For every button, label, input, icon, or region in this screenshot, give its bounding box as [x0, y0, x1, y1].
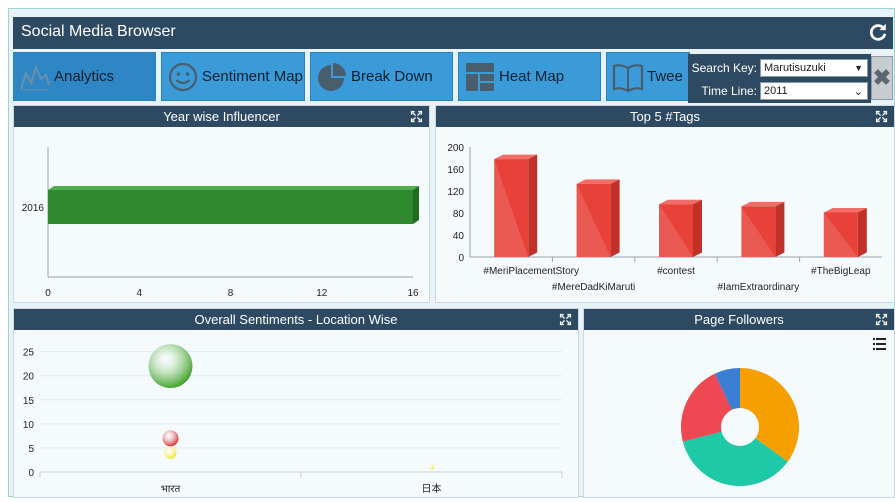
tab-label: Analytics — [54, 68, 115, 85]
y-tick-label: 80 — [453, 209, 465, 220]
tab-break-down[interactable]: Break Down — [310, 52, 453, 101]
tab-label: Sentiment Map — [202, 68, 303, 85]
bar-side — [775, 201, 785, 257]
bar-side — [610, 179, 620, 257]
panel-title: Year wise Influencer — [163, 109, 280, 124]
expand-icon[interactable] — [559, 313, 572, 326]
panel-header: Top 5 #Tags — [436, 106, 894, 127]
x-tick-label: #contest — [657, 266, 695, 277]
y-tick-label: 200 — [447, 143, 464, 154]
influencer-chart: 0 4 8 12 16 2016 — [22, 147, 419, 299]
timeline-select[interactable]: 2011 ⌄ — [760, 82, 868, 100]
y-tick-label: 5 — [28, 444, 34, 455]
y-tick-label: 15 — [23, 396, 35, 407]
tab-label: Twee — [647, 68, 683, 85]
title-bar: Social Media Browser — [13, 17, 893, 49]
y-tick-label: 160 — [447, 165, 464, 176]
y-tick-label: 10 — [23, 420, 35, 431]
tab-tweets[interactable]: Twee — [606, 52, 690, 101]
x-tick-label: 日本 — [422, 482, 442, 495]
expand-icon[interactable] — [875, 110, 888, 123]
y-tick-label: 120 — [447, 187, 464, 198]
panel-year-wise-influencer: Year wise Influencer 0 4 8 12 16 2016 — [13, 105, 430, 303]
close-button[interactable]: ✖ — [871, 56, 893, 100]
bubble-shine — [429, 464, 434, 470]
panel-title: Top 5 #Tags — [629, 109, 701, 124]
close-icon: ✖ — [872, 65, 892, 90]
timeline-value: 2011 — [764, 85, 788, 97]
tab-analytics[interactable]: Analytics — [13, 52, 156, 101]
panel-title: Page Followers — [694, 312, 784, 327]
refresh-icon[interactable] — [867, 21, 889, 43]
x-tick-label: 12 — [316, 288, 328, 299]
book-icon — [611, 60, 645, 94]
x-tick-label: भारत — [161, 484, 181, 495]
panel-title: Overall Sentiments - Location Wise — [194, 312, 398, 327]
tags-chart: 0 40 80 120 160 200 #MeriPlacementStory #MereDa… — [447, 143, 882, 293]
list-icon[interactable] — [873, 338, 886, 350]
app-title: Social Media Browser — [21, 23, 176, 40]
caret-down-icon: ▼ — [854, 63, 863, 73]
y-tick-label: 2016 — [22, 203, 45, 214]
x-tick-label: 16 — [407, 288, 419, 299]
search-key-label: Search Key: — [691, 61, 757, 75]
search-panel: Search Key: Marutisuzuki ▼ Time Line: 20… — [688, 54, 871, 103]
expand-icon[interactable] — [875, 313, 888, 326]
tab-label: Break Down — [351, 68, 433, 85]
timeline-label: Time Line: — [701, 84, 757, 98]
panel-header: Page Followers — [584, 309, 894, 330]
y-tick-label: 25 — [23, 348, 35, 359]
panel-overall-sentiments: Overall Sentiments - Location Wise 0 5 10 1… — [13, 308, 579, 498]
app-window: Social Media Browser Analytics Sentiment… — [8, 8, 895, 498]
bar — [48, 190, 413, 224]
x-tick-label: #MeriPlacementStory — [483, 266, 579, 277]
smiley-icon — [166, 60, 200, 94]
tab-heat-map[interactable]: Heat Map — [458, 52, 601, 101]
x-tick-label: #TheBigLeap — [811, 266, 871, 277]
bubble-shine — [148, 344, 193, 389]
pie-icon — [315, 60, 349, 94]
x-tick-label: 8 — [228, 288, 234, 299]
bar-side — [857, 207, 867, 257]
search-key-value: Marutisuzuki — [764, 62, 826, 74]
tab-sentiment-map[interactable]: Sentiment Map — [161, 52, 305, 101]
sentiments-chart: 0 5 10 15 20 25 भारत 日本 — [23, 344, 563, 495]
panel-page-followers: Page Followers — [583, 308, 895, 498]
followers-chart — [681, 368, 799, 486]
panel-header: Year wise Influencer — [14, 106, 429, 127]
bubble-shine — [162, 430, 179, 447]
panel-top-5-tags: Top 5 #Tags 0 40 80 120 160 200 #MeriPlacement… — [435, 105, 895, 303]
analytics-icon — [18, 60, 52, 94]
search-key-select[interactable]: Marutisuzuki ▼ — [760, 59, 868, 77]
bubble-shine — [164, 446, 177, 459]
expand-icon[interactable] — [410, 110, 423, 123]
tab-label: Heat Map — [499, 68, 565, 85]
panel-header: Overall Sentiments - Location Wise — [14, 309, 578, 330]
chevron-down-icon: ⌄ — [853, 85, 863, 98]
x-tick-label: #MereDadKiMaruti — [552, 282, 635, 293]
y-tick-label: 40 — [453, 231, 465, 242]
bar-side — [693, 199, 702, 257]
bar-side — [413, 186, 419, 224]
bar-side — [528, 154, 538, 257]
y-tick-label: 20 — [23, 372, 35, 383]
bar-top — [48, 186, 419, 190]
y-tick-label: 0 — [458, 253, 464, 264]
y-tick-label: 0 — [28, 468, 34, 479]
x-tick-label: 4 — [136, 288, 142, 299]
x-tick-label: #IamExtraordinary — [718, 282, 800, 293]
x-tick-label: 0 — [45, 288, 51, 299]
heatmap-icon — [463, 60, 497, 94]
